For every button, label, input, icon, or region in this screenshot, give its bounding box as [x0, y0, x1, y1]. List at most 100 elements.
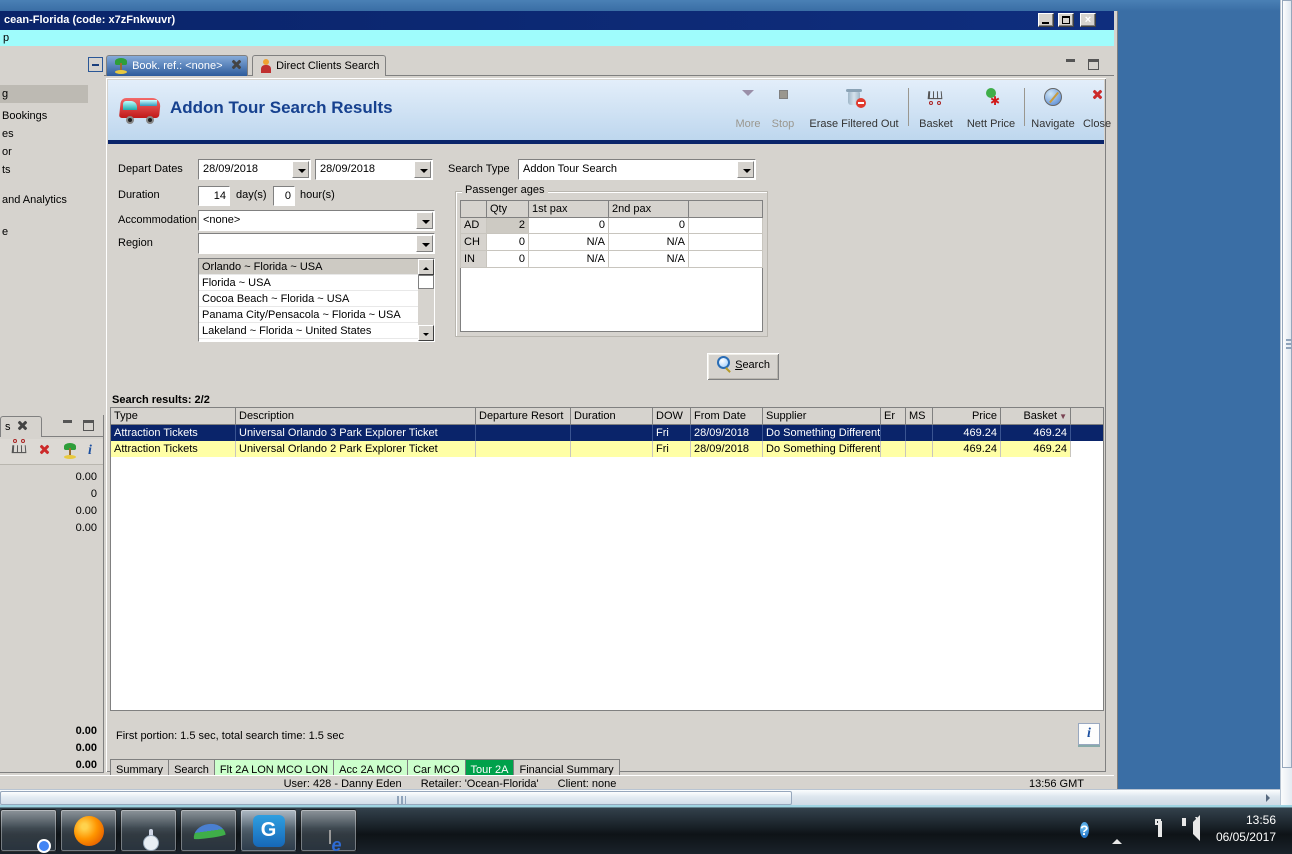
depart-date-2-combo[interactable]: 28/09/2018 [315, 159, 433, 180]
sidebar-item[interactable]: ts [0, 161, 88, 179]
region-listbox[interactable]: Orlando ~ Florida ~ USA Florida ~ USA Co… [198, 258, 435, 342]
table-row[interactable]: CH 0 N/A N/A [460, 233, 763, 251]
minimize-button[interactable] [1038, 13, 1054, 27]
viewer-horizontal-scrollbar[interactable] [0, 789, 1280, 805]
tab-close-icon[interactable] [232, 60, 241, 69]
navigate-button[interactable]: Navigate [1028, 86, 1078, 130]
taskbar-remote-desktop-button[interactable] [120, 809, 177, 852]
taskbar-g-app-button[interactable]: G [240, 809, 297, 852]
basket-button[interactable]: Basket [912, 86, 960, 130]
info-icon[interactable]: i [88, 443, 92, 459]
palm-tree-icon[interactable] [62, 443, 78, 459]
table-row[interactable]: AD 2 0 0 [460, 216, 763, 235]
menu-item[interactable]: p [3, 32, 9, 44]
dropdown-icon[interactable] [414, 161, 431, 178]
panel-restore-button[interactable] [81, 419, 97, 433]
accommodation-combo[interactable]: <none> [198, 210, 435, 231]
scroll-down-icon[interactable] [418, 325, 434, 341]
tray-volume-icon[interactable] [1186, 815, 1200, 854]
stop-icon [778, 90, 788, 99]
passenger-ages-group: Passenger ages Qty 1st pax 2nd pax AD 2 … [455, 184, 768, 337]
mdi-restore-button[interactable] [1086, 58, 1102, 72]
swoosh-app-icon [191, 821, 226, 840]
viewer-vertical-scrollbar[interactable] [1280, 0, 1292, 805]
region-option[interactable]: Lakeland ~ Florida ~ United States [199, 323, 418, 339]
tray-help-icon[interactable]: ? [1080, 819, 1089, 854]
results-header-row[interactable]: Type Description Departure Resort Durati… [111, 408, 1103, 425]
search-type-combo[interactable]: Addon Tour Search [518, 159, 756, 180]
taskbar-app-button[interactable] [180, 809, 237, 852]
region-option[interactable]: Panama City/Pensacola ~ Florida ~ USA [199, 307, 418, 323]
basket-panel-tab[interactable]: s [0, 416, 42, 437]
info-button[interactable]: i [1078, 723, 1100, 745]
passenger-ages-table[interactable]: Qty 1st pax 2nd pax AD 2 0 0 CH 0 N/A N/… [460, 200, 763, 332]
taskbar-firefox-button[interactable] [60, 809, 117, 852]
basket-value: 0 [90, 488, 97, 500]
region-list-scrollbar[interactable] [418, 259, 434, 341]
region-option[interactable]: Cocoa Beach ~ Florida ~ USA [199, 291, 418, 307]
search-icon [716, 355, 732, 371]
tray-show-hidden-icons[interactable] [1112, 822, 1122, 854]
tray-network-icon[interactable] [1155, 819, 1162, 854]
taskbar-chrome-button[interactable] [0, 809, 57, 852]
table-row[interactable]: IN 0 N/A N/A [460, 249, 763, 268]
mdi-minimize-button[interactable] [1064, 58, 1080, 72]
region-combo[interactable] [198, 233, 435, 254]
tab-direct-clients-label: Direct Clients Search [276, 60, 380, 72]
sidebar-item[interactable]: and Analytics [0, 191, 88, 209]
duration-hours-input[interactable]: 0 [273, 186, 295, 206]
sidebar-item[interactable]: g [0, 85, 88, 103]
sidebar-item[interactable]: Bookings [0, 107, 88, 125]
taskbar: G e ? ✕ 13:56 06/05/2017 [0, 805, 1292, 854]
close-icon[interactable] [18, 421, 27, 430]
taskbar-clock[interactable]: 13:56 06/05/2017 [1216, 812, 1276, 846]
window-titlebar[interactable]: cean-Florida (code: x7zFnkwuvr) × [0, 11, 1114, 30]
scroll-right-icon[interactable] [1266, 794, 1274, 802]
maximize-button[interactable] [1058, 13, 1074, 27]
search-button[interactable]: Search [707, 353, 779, 380]
sort-desc-icon: ▼ [1059, 412, 1067, 421]
tab-booking-ref[interactable]: Book. ref.: <none> [106, 55, 248, 76]
depart-date-1-combo[interactable]: 28/09/2018 [198, 159, 311, 180]
sidebar-item[interactable]: e [0, 223, 88, 241]
duration-label: Duration [118, 189, 160, 201]
stop-button: Stop [766, 86, 800, 130]
basket-value: 0.00 [75, 505, 97, 517]
dropdown-icon[interactable] [416, 212, 433, 229]
basket-icon [926, 89, 946, 105]
duration-days-input[interactable]: 14 [198, 186, 230, 206]
sidebar-item[interactable]: or [0, 143, 88, 161]
close-window-button[interactable]: × [1080, 13, 1096, 27]
basket-total: 0.00 [75, 725, 97, 737]
region-option[interactable]: Florida ~ USA [199, 275, 418, 291]
tab-direct-clients-search[interactable]: Direct Clients Search [252, 55, 387, 76]
scrollbar-thumb[interactable] [1282, 0, 1292, 768]
scrollbar-thumb[interactable] [0, 791, 792, 805]
panel-minimize-button[interactable] [61, 419, 77, 433]
nett-price-button[interactable]: ✱ Nett Price [962, 86, 1020, 130]
sidebar-item[interactable]: es [0, 125, 88, 143]
page-header: Addon Tour Search Results More Stop Eras… [108, 80, 1111, 140]
region-label: Region [118, 237, 153, 249]
taskbar-ie-button[interactable]: e [300, 809, 357, 854]
dropdown-icon[interactable] [416, 235, 433, 252]
close-pane-button[interactable]: Close [1080, 86, 1114, 130]
scroll-up-icon[interactable] [418, 259, 434, 275]
dropdown-icon[interactable] [737, 161, 754, 178]
erase-filtered-out-button[interactable]: Erase Filtered Out [802, 86, 906, 130]
dropdown-icon[interactable] [292, 161, 309, 178]
menu-bar[interactable]: p [0, 30, 1114, 46]
person-icon [259, 59, 273, 74]
region-option[interactable]: Orlando ~ Florida ~ USA [199, 259, 418, 275]
collapse-sidebar-button[interactable] [88, 57, 103, 72]
remote-desktop: cean-Florida (code: x7zFnkwuvr) × p g Bo… [0, 11, 1280, 805]
delete-icon[interactable] [40, 445, 49, 457]
basket-total: 0.00 [75, 759, 97, 771]
days-label: day(s) [236, 189, 267, 201]
firefox-icon [73, 815, 104, 846]
result-row[interactable]: Attraction Tickets Universal Orlando 2 P… [111, 441, 1103, 457]
window-title: cean-Florida (code: x7zFnkwuvr) [4, 14, 176, 26]
result-row-selected[interactable]: Attraction Tickets Universal Orlando 3 P… [111, 425, 1103, 441]
g-app-icon: G [252, 814, 285, 847]
results-count-label: Search results: 2/2 [112, 394, 210, 406]
